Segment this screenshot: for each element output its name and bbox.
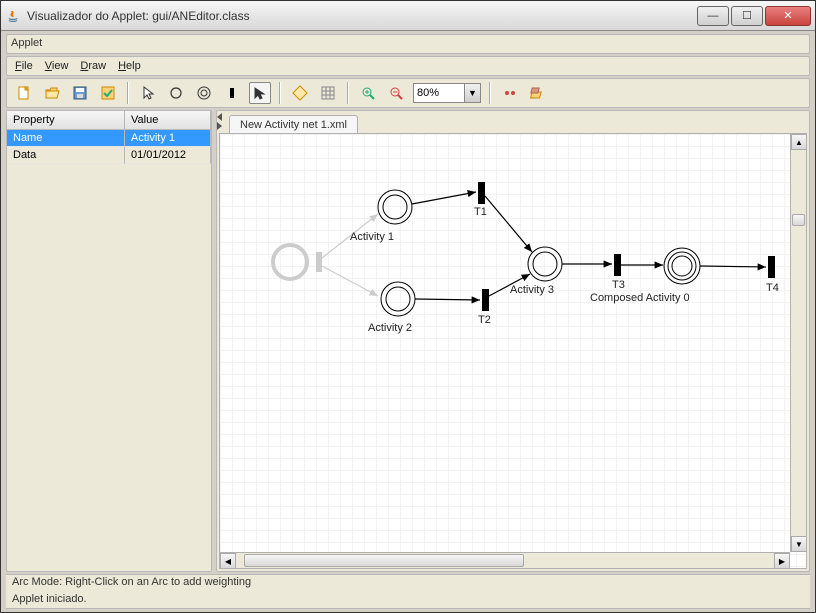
t1-node[interactable] xyxy=(478,182,485,204)
splitter-handle[interactable] xyxy=(215,113,223,129)
activity1-label: Activity 1 xyxy=(350,231,394,243)
arc[interactable] xyxy=(415,299,480,300)
close-button[interactable]: ✕ xyxy=(765,6,811,26)
initial-transition-node[interactable] xyxy=(316,252,322,272)
canvas-wrapper: Activity 1 Activity 2 T1 T2 Activity 3 T… xyxy=(219,133,807,569)
horizontal-scrollbar[interactable]: ◀ ▶ xyxy=(220,552,790,568)
transition-tool-button[interactable] xyxy=(221,82,243,104)
editor-panel: New Activity net 1.xml xyxy=(216,110,810,572)
composed0-node-ring3 xyxy=(672,256,692,276)
scroll-down-icon[interactable]: ▼ xyxy=(791,536,807,552)
pointer-tool-button[interactable] xyxy=(137,82,159,104)
activity3-label: Activity 3 xyxy=(510,284,554,296)
arc[interactable] xyxy=(700,266,766,267)
app-window: Visualizador do Applet: gui/ANEditor.cla… xyxy=(0,0,816,613)
initial-place-node[interactable] xyxy=(273,245,307,279)
circle-tool-button[interactable] xyxy=(165,82,187,104)
zoom-combo[interactable]: ▼ xyxy=(413,83,481,103)
zoom-out-button[interactable] xyxy=(385,82,407,104)
menu-help[interactable]: Help xyxy=(118,60,141,72)
double-circle-tool-button[interactable] xyxy=(193,82,215,104)
token-tool-button[interactable] xyxy=(499,82,521,104)
t3-label: T3 xyxy=(612,279,625,291)
tab-document[interactable]: New Activity net 1.xml xyxy=(229,115,358,134)
titlebar[interactable]: Visualizador do Applet: gui/ANEditor.cla… xyxy=(1,1,815,31)
status-mode: Arc Mode: Right-Click on an Arc to add w… xyxy=(6,574,810,591)
zoom-input[interactable] xyxy=(414,87,464,99)
tabbar: New Activity net 1.xml xyxy=(217,111,809,133)
property-row[interactable]: Name Activity 1 xyxy=(7,130,211,147)
status-applet: Applet iniciado. xyxy=(6,591,810,609)
main-area: Property Value Name Activity 1 Data 01/0… xyxy=(6,110,810,572)
scroll-up-icon[interactable]: ▲ xyxy=(791,134,807,150)
t3-node[interactable] xyxy=(614,254,621,276)
menu-draw[interactable]: Draw xyxy=(80,60,106,72)
prop-cell-value: 01/01/2012 xyxy=(125,147,211,164)
maximize-button[interactable]: ☐ xyxy=(731,6,763,26)
toolbar: ▼ xyxy=(6,78,810,108)
properties-header: Property Value xyxy=(7,111,211,130)
activity2-node-inner xyxy=(386,287,410,311)
prop-header-value[interactable]: Value xyxy=(125,111,211,129)
t2-node[interactable] xyxy=(482,289,489,311)
canvas[interactable]: Activity 1 Activity 2 T1 T2 Activity 3 T… xyxy=(220,134,806,568)
t4-label: T4 xyxy=(766,282,779,294)
activity1-node-inner xyxy=(383,195,407,219)
menu-view[interactable]: View xyxy=(45,60,69,72)
scroll-left-icon[interactable]: ◀ xyxy=(220,553,236,569)
save-file-button[interactable] xyxy=(69,82,91,104)
t4-node[interactable] xyxy=(768,256,775,278)
clear-button[interactable] xyxy=(527,82,549,104)
minimize-button[interactable]: — xyxy=(697,6,729,26)
composed0-label: Composed Activity 0 xyxy=(590,292,690,304)
t1-label: T1 xyxy=(474,206,487,218)
grid-button[interactable] xyxy=(317,82,339,104)
zoom-in-button[interactable] xyxy=(357,82,379,104)
activity3-node-inner xyxy=(533,252,557,276)
property-row[interactable]: Data 01/01/2012 xyxy=(7,147,211,164)
composed-activity-button[interactable] xyxy=(289,82,311,104)
properties-panel: Property Value Name Activity 1 Data 01/0… xyxy=(6,110,212,572)
new-file-button[interactable] xyxy=(13,82,35,104)
net-svg xyxy=(220,134,806,568)
activity2-label: Activity 2 xyxy=(368,322,412,334)
open-file-button[interactable] xyxy=(41,82,63,104)
prop-header-property[interactable]: Property xyxy=(7,111,125,129)
arc-tool-button[interactable] xyxy=(249,82,271,104)
prop-cell-value: Activity 1 xyxy=(125,130,211,147)
arc[interactable] xyxy=(412,192,476,204)
composed0-node[interactable] xyxy=(664,248,700,284)
t2-label: T2 xyxy=(478,314,491,326)
applet-section-label: Applet xyxy=(6,34,810,54)
menubar: File View Draw Help xyxy=(6,56,810,76)
window-title: Visualizador do Applet: gui/ANEditor.cla… xyxy=(27,9,697,23)
arc[interactable] xyxy=(485,196,532,252)
arc[interactable] xyxy=(322,266,378,296)
scroll-thumb[interactable] xyxy=(244,554,524,567)
scroll-thumb[interactable] xyxy=(792,214,805,226)
prop-cell-name: Data xyxy=(7,147,125,164)
vertical-scrollbar[interactable]: ▲ ▼ xyxy=(790,134,806,552)
menu-file[interactable]: File xyxy=(15,60,33,72)
validate-button[interactable] xyxy=(97,82,119,104)
chevron-down-icon[interactable]: ▼ xyxy=(464,84,480,102)
scroll-right-icon[interactable]: ▶ xyxy=(774,553,790,569)
prop-cell-name: Name xyxy=(7,130,125,147)
java-icon xyxy=(5,8,21,24)
